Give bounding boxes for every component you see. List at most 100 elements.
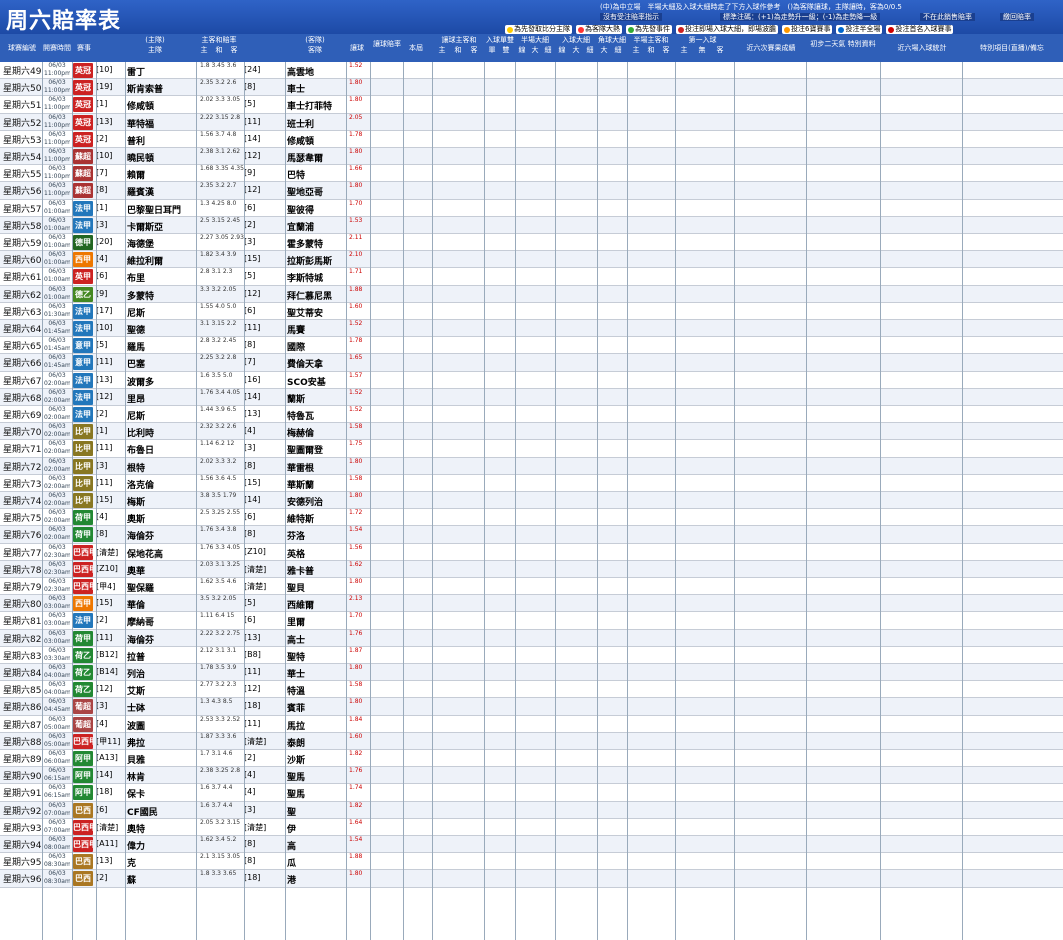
- table-row[interactable]: 星期六75 06/03 02:00am 荷甲 [4] 奧斯 2.5 3.25 2.55 [6]…: [0, 509, 1063, 527]
- match-time: 08:00am: [44, 844, 70, 851]
- match-time: 01:00am: [44, 207, 70, 215]
- match-datetime: 06/03 01:00am: [44, 234, 70, 251]
- table-row[interactable]: 星期六50 06/03 11:00pm 英冠 [19] 斯肯索普 2.35 3.2 2.6[…: [0, 79, 1063, 97]
- table-row[interactable]: 星期六95 06/03 08:30am 巴西 [13] 克 2.1 3.15 3.05 [8]…: [0, 853, 1063, 871]
- table-row[interactable]: 星期六60 06/03 01:00am 西甲 [4] 維拉利爾 1.82 3.4 3.9 [1…: [0, 251, 1063, 269]
- match-datetime: 06/03 11:00pm: [44, 182, 70, 199]
- table-row[interactable]: 星期六53 06/03 11:00pm 英冠 [2] 普利 1.56 3.7 4.8 [14]…: [0, 131, 1063, 148]
- col-home-group: (主隊): [145, 36, 165, 44]
- match-date: 06/03: [48, 870, 66, 878]
- table-row[interactable]: 星期六92 06/03 07:00am 巴西 [6] CF國民 1.6 3.7 4.4 [3]…: [0, 801, 1063, 819]
- table-row[interactable]: 星期六74 06/03 02:00am 比甲 [15] 梅斯 3.8 3.5 1.79 [14…: [0, 492, 1063, 510]
- table-row[interactable]: 星期六7806/0302:30am巴西甲[Z10]奧華2.03 3.1 3.25…: [0, 560, 1063, 578]
- table-row[interactable]: 星期六67 06/03 02:00am 法甲 [13] 波爾多 1.6 3.5 5.0 [16…: [0, 372, 1063, 389]
- handicap-value: 1.80: [349, 578, 363, 585]
- col-home: 主隊: [148, 46, 162, 54]
- col-total-sub: 大: [572, 46, 580, 54]
- odds-line: 1.56 3.6 4.5: [200, 474, 237, 482]
- match-date: 06/03: [48, 681, 66, 689]
- table-row[interactable]: 星期六86 06/03 04:45am 葡超 [3] 士砵 1.3 4.3 8.5 [18] 賓…: [0, 698, 1063, 716]
- col-odds1-sub: 客: [230, 46, 238, 54]
- table-row[interactable]: 星期六70 06/03 02:00am 比甲 [1] 比利時 2.32 3.2 2.6 [4]…: [0, 423, 1063, 441]
- table-row[interactable]: 星期六87 06/03 05:00am 葡超 [4] 波圖 2.53 3.3 2.52 [11…: [0, 716, 1063, 733]
- table-row[interactable]: 星期六83 06/03 03:30am 荷乙 [B12] 拉普 2.12 3.1 3.1 [B…: [0, 647, 1063, 664]
- table-row[interactable]: 星期六72 06/03 02:00am 比甲 [3] 根特 2.02 3.3 3.2 [8] 華…: [0, 457, 1063, 475]
- match-datetime: 06/03 11:00pm: [44, 165, 70, 182]
- odds-line: 1.8 3.3 3.65: [200, 870, 237, 878]
- table-row[interactable]: 星期六90 06/03 06:15am 阿甲 [14] 林肯 2.38 3.25 2.8 [4…: [0, 767, 1063, 785]
- home-away-odds: 3.1 3.15 2.2: [200, 320, 236, 337]
- match-time: 01:45am: [44, 328, 70, 335]
- league-badge: 阿甲: [73, 785, 93, 801]
- odds-line: 2.53 3.3 2.52: [200, 715, 241, 723]
- home-away-odds: 2.03 3.1 3.25: [200, 561, 240, 578]
- table-row[interactable]: 星期六58 06/03 01:00am 法甲 [3] 卡爾斯亞 2.5 3.15 2.45[…: [0, 216, 1063, 234]
- league-badge: 英冠: [73, 97, 93, 113]
- table-row[interactable]: 星期六63 06/03 01:30am 法甲 [17] 尼斯 1.55 4.0 5.0 [6]…: [0, 303, 1063, 320]
- table-row[interactable]: 星期六61 06/03 01:00am 英甲 [6] 布里 2.8 3.1 2.3 [5] 李斯…: [0, 268, 1063, 286]
- table-row[interactable]: 星期六96 06/03 08:30am 巴西 [2] 蘇 1.8 3.3 3.65 [18] 港…: [0, 870, 1063, 888]
- match-datetime: 06/03 02:00am: [44, 372, 70, 389]
- legend-item: 投注6寶賽事: [782, 25, 833, 34]
- table-row[interactable]: 星期六85 06/03 04:00am 荷乙 [12] 艾斯 2.77 3.2 2.3 [12…: [0, 681, 1063, 699]
- table-row[interactable]: 星期六52 06/03 11:00pm 英冠 [13] 華特福 2.22 3.15 2.8[…: [0, 113, 1063, 131]
- table-row[interactable]: 星期六71 06/03 02:00am 比甲 [11] 布魯日 1.14 6.2 12 [3]…: [0, 440, 1063, 458]
- table-row[interactable]: 星期六84 06/03 04:00am 荷乙 [B14] 列治 1.78 3.5 3.9 [1…: [0, 664, 1063, 682]
- legend-label: 投注6寶賽事: [791, 25, 831, 33]
- legend-item: 投注即場入球大細，即場波膽: [676, 25, 778, 34]
- col-odds1: 主客和賠率: [201, 36, 237, 44]
- match-datetime: 06/03 01:30am: [44, 303, 70, 320]
- match-time: 02:30am: [44, 551, 70, 559]
- col-hcap-odds: 讓球賠率: [373, 40, 401, 48]
- table-row[interactable]: 星期六64 06/03 01:45am 法甲 [10] 聖德 3.1 3.15 2.2 [11…: [0, 320, 1063, 338]
- table-row[interactable]: 星期六62 06/03 01:00am 德乙 [9] 多蒙特 3.3 3.2 2.05 [12…: [0, 285, 1063, 303]
- match-time: 03:00am: [44, 620, 70, 628]
- table-row[interactable]: 星期六69 06/03 02:00am 法甲 [2] 尼斯 1.44 3.9 6.5 [13]…: [0, 406, 1063, 424]
- legend-label: 為先發取比分主隊: [514, 25, 570, 33]
- league-badge: 荷甲: [73, 630, 93, 646]
- match-time: 11:00pm: [44, 70, 70, 77]
- table-row[interactable]: 星期六8806/0305:00am巴西甲[甲11]弗拉1.87 3.3 3.6[…: [0, 732, 1063, 750]
- table-row[interactable]: 星期六66 06/03 01:45am 意甲 [11] 巴塞 2.25 3.2 2.8 [7]…: [0, 354, 1063, 372]
- table-row[interactable]: 星期六49 06/03 11:00pm 英冠 [10] 雷丁 1.8 3.45 3.6 [24…: [0, 62, 1063, 80]
- table-row[interactable]: 星期六76 06/03 02:00am 荷甲 [8] 海倫芬 1.76 3.4 3.8 [8]…: [0, 526, 1063, 544]
- match-datetime: 06/03 04:45am: [44, 698, 70, 715]
- match-date: 06/03: [48, 199, 66, 207]
- legend-label: 投注半全場: [845, 25, 881, 33]
- match-time: 02:00am: [44, 517, 70, 525]
- handicap-value: 1.80: [349, 492, 363, 499]
- table-row[interactable]: 星期六89 06/03 06:00am 阿甲 [A13] 貝雅 1.7 3.1 4.6 [2]…: [0, 750, 1063, 768]
- home-away-odds: 2.77 3.2 2.3: [200, 681, 236, 698]
- table-row[interactable]: 星期六68 06/03 02:00am 法甲 [12] 里昂 1.76 3.4 4.05 [1…: [0, 388, 1063, 406]
- table-row[interactable]: 星期六81 06/03 03:00am 法甲 [2] 摩納哥 1.11 6.4 15 [6] 里…: [0, 612, 1063, 630]
- table-row[interactable]: 星期六59 06/03 01:00am 德甲 [20] 海德堡 2.27 3.05 2.93…: [0, 234, 1063, 252]
- table-row[interactable]: 星期六56 06/03 11:00pm 蘇超 [8] 羅賓漢 2.35 3.2 2.7 [12…: [0, 182, 1063, 200]
- match-date: 06/03: [48, 388, 66, 396]
- table-row[interactable]: 星期六9406/0308:00am巴西甲[A11]偉力1.62 3.4 5.2[…: [0, 836, 1063, 854]
- table-row[interactable]: 星期六54 06/03 11:00pm 蘇超 [10] 曉民頓 2.38 3.1 2.62[…: [0, 148, 1063, 166]
- table-row[interactable]: 星期六51 06/03 11:00pm 英冠 [1] 修咸頓 2.02 3.3 3.05 [5…: [0, 96, 1063, 114]
- table-row[interactable]: 星期六73 06/03 02:00am 比甲 [11] 洛克倫 1.56 3.6 4.5 [1…: [0, 475, 1063, 492]
- odds-line: 2.12 3.1 3.1: [200, 646, 237, 654]
- table-row[interactable]: 星期六91 06/03 06:15am 阿甲 [18] 保卡 1.6 3.7 4.4 [4] 聖…: [0, 784, 1063, 802]
- match-datetime: 06/03 02:00am: [44, 389, 70, 406]
- handicap-value: 1.71: [349, 268, 363, 276]
- match-time: 11:00pm: [44, 156, 70, 163]
- col-corner-sub: 客: [716, 46, 724, 54]
- table-row[interactable]: 星期六65 06/03 01:45am 意甲 [5] 羅馬 2.8 3.2 2.45 [8] 國…: [0, 337, 1063, 355]
- match-time: 02:00am: [44, 396, 70, 404]
- table-row[interactable]: 星期六7906/0302:30am巴西甲[甲4]聖保羅1.62 3.5 4.6[…: [0, 578, 1063, 596]
- match-time: 01:00am: [44, 276, 70, 284]
- table-row[interactable]: 星期六55 06/03 11:00pm 蘇超 [7] 賴爾 1.68 3.35 4.35 [9…: [0, 165, 1063, 183]
- home-away-odds: 1.78 3.5 3.9: [200, 664, 236, 681]
- table-row[interactable]: 星期六82 06/03 03:00am 荷甲 [11] 海倫芬 2.22 3.2 2.75[…: [0, 629, 1063, 647]
- odds-line: 2.5 3.15 2.45: [200, 216, 241, 224]
- match-time: 05:00am: [44, 740, 70, 748]
- match-datetime: 06/03 08:30am: [44, 853, 70, 870]
- match-datetime: 06/03 02:00am: [44, 492, 70, 509]
- table-row[interactable]: 星期六80 06/03 03:00am 西甲 [15] 華倫 3.5 3.2 2.05 [5]…: [0, 595, 1063, 613]
- home-away-odds: 1.56 3.6 4.5: [200, 475, 236, 492]
- table-row[interactable]: 星期六7706/0302:30am巴西甲[清楚]保地花高1.76 3.3 4.0…: [0, 544, 1063, 561]
- table-row[interactable]: 星期六57 06/03 01:00am 法甲 [1] 巴黎聖日耳門 1.3 4.25 8.0…: [0, 200, 1063, 217]
- table-row[interactable]: 星期六9306/0307:00am巴西甲[清楚]奧特2.05 3.2 3.15[…: [0, 819, 1063, 836]
